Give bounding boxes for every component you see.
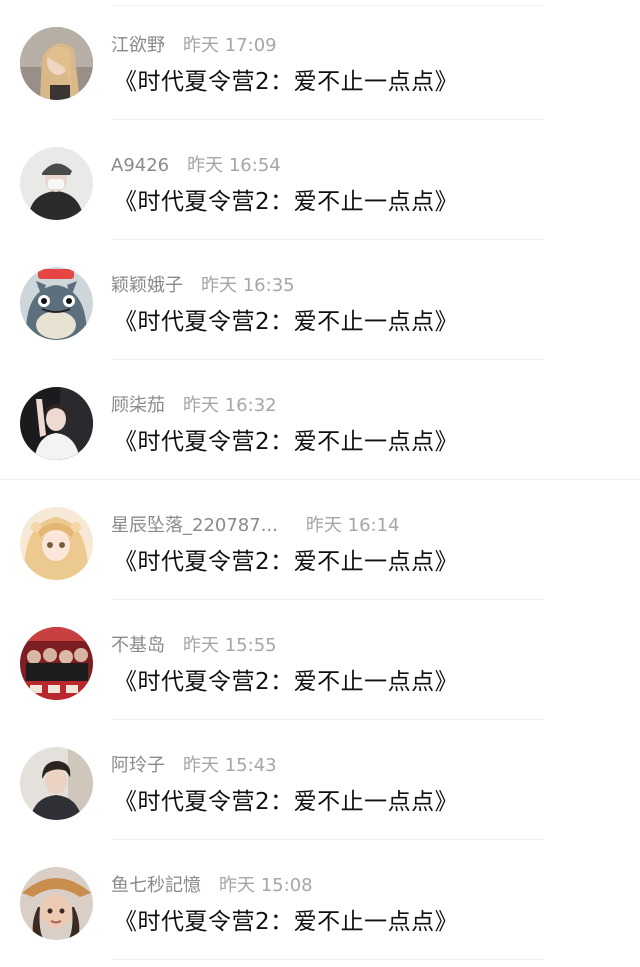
comment-meta: 不基岛 昨天 15:55 (111, 633, 277, 659)
cap-mask-person-icon (20, 147, 93, 220)
comment-text: 《时代夏令营2：爱不止一点点》 (114, 909, 459, 935)
group-photo-red-icon (20, 627, 93, 700)
username[interactable]: A9426 (111, 155, 169, 176)
timestamp: 昨天 16:35 (201, 275, 295, 296)
timestamp: 昨天 17:09 (183, 35, 277, 56)
username[interactable]: 鱼七秒記憶 (111, 875, 201, 896)
timestamp: 昨天 16:14 (305, 515, 400, 536)
username[interactable]: 星辰坠落_220787... (111, 515, 278, 536)
timestamp: 昨天 15:43 (183, 755, 277, 776)
comment-text: 《时代夏令营2：爱不止一点点》 (114, 309, 459, 335)
comment-item[interactable]: A9426 昨天 16:54 《时代夏令营2：爱不止一点点》 (0, 120, 640, 240)
comment-item[interactable]: 鱼七秒記憶 昨天 15:08 《时代夏令营2：爱不止一点点》 (0, 840, 640, 960)
timestamp: 昨天 16:32 (183, 395, 277, 416)
young-man-portrait-icon (20, 747, 93, 820)
avatar[interactable] (20, 27, 93, 100)
blonde-girl-portrait-icon (20, 27, 93, 100)
timestamp: 昨天 16:54 (187, 155, 281, 176)
avatar[interactable] (20, 747, 93, 820)
comment-text: 《时代夏令营2：爱不止一点点》 (114, 189, 459, 215)
divider (112, 959, 544, 960)
comment-text: 《时代夏令营2：爱不止一点点》 (114, 789, 459, 815)
comment-item[interactable]: 不基岛 昨天 15:55 《时代夏令营2：爱不止一点点》 (0, 600, 640, 720)
username[interactable]: 颖颖娥子 (111, 275, 183, 296)
waving-boy-icon (20, 387, 93, 460)
comment-item[interactable]: 颖颖娥子 昨天 16:35 《时代夏令营2：爱不止一点点》 (0, 240, 640, 360)
comment-item[interactable]: 星辰坠落_220787... 昨天 16:14 《时代夏令营2：爱不止一点点》 (0, 480, 640, 600)
straw-hat-person-icon (20, 867, 93, 940)
comment-text: 《时代夏令营2：爱不止一点点》 (114, 549, 459, 575)
username[interactable]: 不基岛 (111, 635, 165, 656)
comment-meta: 顾柒茄 昨天 16:32 (111, 393, 277, 419)
username[interactable]: 顾柒茄 (111, 395, 165, 416)
comment-item[interactable]: 顾柒茄 昨天 16:32 《时代夏令营2：爱不止一点点》 (0, 360, 640, 480)
comment-meta: 颖颖娥子 昨天 16:35 (111, 273, 295, 299)
totoro-character-icon (20, 267, 93, 340)
comment-meta: 星辰坠落_220787... 昨天 16:14 (111, 513, 400, 539)
comment-meta: 阿玲子 昨天 15:43 (111, 753, 277, 779)
avatar[interactable] (20, 267, 93, 340)
avatar[interactable] (20, 507, 93, 580)
avatar[interactable] (20, 387, 93, 460)
avatar[interactable] (20, 147, 93, 220)
comment-item[interactable]: 阿玲子 昨天 15:43 《时代夏令营2：爱不止一点点》 (0, 720, 640, 840)
comment-meta: 江欲野 昨天 17:09 (111, 33, 277, 59)
timestamp: 昨天 15:55 (183, 635, 277, 656)
avatar[interactable] (20, 867, 93, 940)
avatar[interactable] (20, 627, 93, 700)
timestamp: 昨天 15:08 (219, 875, 313, 896)
comment-text: 《时代夏令营2：爱不止一点点》 (114, 69, 459, 95)
comment-meta: 鱼七秒記憶 昨天 15:08 (111, 873, 313, 899)
username[interactable]: 江欲野 (111, 35, 165, 56)
anime-blonde-girl-icon (20, 507, 93, 580)
comment-item[interactable]: 江欲野 昨天 17:09 《时代夏令营2：爱不止一点点》 (0, 0, 640, 120)
comment-text: 《时代夏令营2：爱不止一点点》 (114, 429, 459, 455)
comment-meta: A9426 昨天 16:54 (111, 153, 281, 179)
comment-text: 《时代夏令营2：爱不止一点点》 (114, 669, 459, 695)
username[interactable]: 阿玲子 (111, 755, 165, 776)
